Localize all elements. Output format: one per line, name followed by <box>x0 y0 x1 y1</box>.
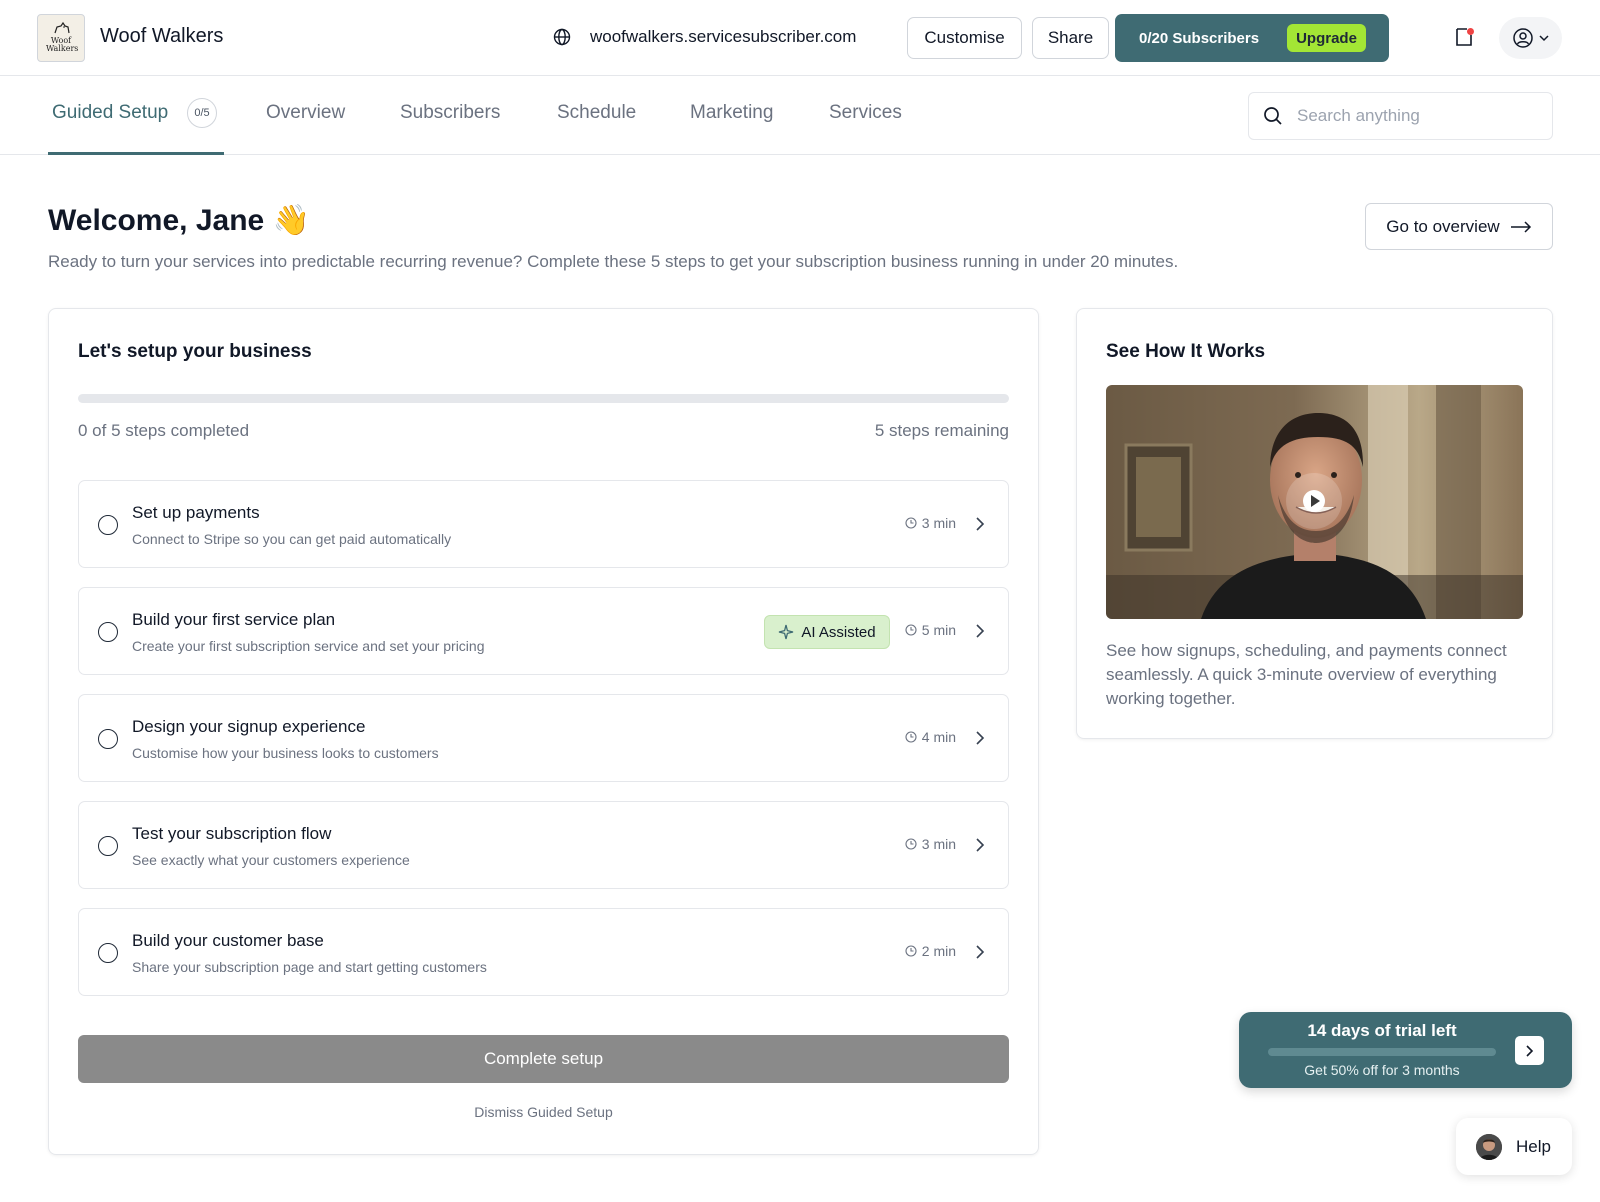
chevron-right-icon <box>976 838 985 852</box>
step-description: See exactly what your customers experien… <box>132 852 410 868</box>
trial-arrow-button[interactable] <box>1515 1036 1544 1065</box>
step-description: Share your subscription page and start g… <box>132 959 487 975</box>
ai-assisted-badge: AI Assisted <box>764 615 890 649</box>
step-time-label: 2 min <box>921 943 956 959</box>
setup-progress-bar <box>78 394 1009 403</box>
user-icon <box>1512 28 1533 48</box>
tab-overview[interactable]: Overview <box>266 102 345 124</box>
setup-card-title: Let's setup your business <box>78 341 312 362</box>
step-time-label: 4 min <box>921 729 956 745</box>
step-time-label: 3 min <box>921 515 956 531</box>
step-time: 2 min <box>905 943 956 959</box>
guided-setup-count-badge: 0/5 <box>187 98 217 128</box>
brand-name: Woof Walkers <box>100 25 224 47</box>
trial-offer: Get 50% off for 3 months <box>1304 1062 1460 1078</box>
search-input[interactable] <box>1297 106 1537 126</box>
customise-button[interactable]: Customise <box>907 17 1022 59</box>
step-time-label: 3 min <box>921 836 956 852</box>
avatar-image <box>1476 1133 1502 1160</box>
setup-card: Let's setup your business 0 of 5 steps c… <box>48 308 1039 1155</box>
go-to-overview-button[interactable]: Go to overview <box>1365 203 1553 250</box>
step-radio[interactable] <box>98 836 118 856</box>
clock-icon <box>905 731 917 743</box>
complete-setup-button[interactable]: Complete setup <box>78 1035 1009 1083</box>
chevron-right-icon <box>976 517 985 531</box>
step-title: Design your signup experience <box>132 717 366 736</box>
step-time-label: 5 min <box>921 622 956 638</box>
clock-icon <box>905 624 917 636</box>
notification-dot <box>1467 28 1474 35</box>
chevron-right-icon <box>976 731 985 745</box>
tab-schedule[interactable]: Schedule <box>557 102 636 124</box>
tab-services[interactable]: Services <box>829 102 902 124</box>
page-subtitle: Ready to turn your services into predict… <box>48 252 1179 271</box>
step-time: 5 min <box>905 622 956 638</box>
clock-icon <box>905 838 917 850</box>
active-tab-indicator <box>48 152 224 155</box>
steps-remaining-text: 5 steps remaining <box>874 421 1009 440</box>
trial-banner[interactable]: 14 days of trial left Get 50% off for 3 … <box>1239 1012 1572 1088</box>
step-radio[interactable] <box>98 729 118 749</box>
how-it-works-title: See How It Works <box>1106 341 1266 362</box>
subscribers-count: 0/20 Subscribers <box>1139 29 1260 47</box>
step-radio[interactable] <box>98 515 118 535</box>
chevron-right-icon <box>976 945 985 959</box>
brand-logo[interactable]: Woof Walkers <box>37 14 85 62</box>
step-description: Create your first subscription service a… <box>132 638 485 654</box>
trial-title: 14 days of trial left <box>1307 1021 1457 1040</box>
step-time: 4 min <box>905 729 956 745</box>
step-title: Build your first service plan <box>132 610 336 629</box>
step-description: Connect to Stripe so you can get paid au… <box>132 531 452 547</box>
help-label: Help <box>1516 1136 1551 1156</box>
steps-completed-text: 0 of 5 steps completed <box>78 421 250 440</box>
go-to-overview-label: Go to overview <box>1386 216 1500 236</box>
top-bar: Woof Walkers Woof Walkers woofwalkers.se… <box>0 0 1600 76</box>
video-thumbnail[interactable] <box>1106 385 1523 619</box>
step-title: Test your subscription flow <box>132 824 332 843</box>
arrow-right-icon <box>1510 220 1531 233</box>
step-design-signup[interactable]: Design your signup experience Customise … <box>78 694 1009 782</box>
page-title: Welcome, Jane 👋 <box>48 204 310 237</box>
dog-logo-icon <box>54 21 70 34</box>
step-radio[interactable] <box>98 622 118 642</box>
step-build-customer-base[interactable]: Build your customer base Share your subs… <box>78 908 1009 996</box>
dismiss-guided-setup-link[interactable]: Dismiss Guided Setup <box>49 1104 1038 1120</box>
sparkle-icon <box>779 624 794 640</box>
video-preview-image <box>1106 385 1523 619</box>
trial-progress-bar <box>1268 1048 1496 1056</box>
share-button[interactable]: Share <box>1032 17 1109 59</box>
profile-menu[interactable] <box>1499 17 1562 59</box>
subscribers-pill[interactable]: 0/20 Subscribers Upgrade <box>1115 14 1389 62</box>
step-description: Customise how your business looks to cus… <box>132 745 439 761</box>
help-button[interactable]: Help <box>1456 1118 1572 1175</box>
step-title: Set up payments <box>132 503 260 522</box>
clock-icon <box>905 517 917 529</box>
chevron-down-icon <box>1538 35 1549 42</box>
tab-marketing[interactable]: Marketing <box>690 102 773 124</box>
chevron-right-icon <box>1525 1044 1533 1057</box>
step-time: 3 min <box>905 515 956 531</box>
logo-text: Woof Walkers <box>46 36 79 53</box>
tab-subscribers[interactable]: Subscribers <box>400 102 500 124</box>
tab-guided-setup[interactable]: Guided Setup <box>52 102 168 124</box>
step-radio[interactable] <box>98 943 118 963</box>
step-time: 3 min <box>905 836 956 852</box>
step-title: Build your customer base <box>132 931 324 950</box>
step-test-subscription-flow[interactable]: Test your subscription flow See exactly … <box>78 801 1009 889</box>
ai-assisted-label: AI Assisted <box>801 623 876 641</box>
upgrade-button[interactable]: Upgrade <box>1287 24 1366 52</box>
globe-icon <box>553 28 571 46</box>
step-build-service-plan[interactable]: Build your first service plan Create you… <box>78 587 1009 675</box>
support-avatar <box>1476 1133 1502 1160</box>
clock-icon <box>905 945 917 957</box>
site-domain-link[interactable]: woofwalkers.servicesubscriber.com <box>590 27 856 47</box>
chevron-right-icon <box>976 624 985 638</box>
how-it-works-description: See how signups, scheduling, and payment… <box>1106 641 1507 708</box>
main-nav: Guided Setup 0/5 Overview Subscribers Sc… <box>0 76 1600 155</box>
search-icon <box>1264 107 1282 125</box>
step-set-up-payments[interactable]: Set up payments Connect to Stripe so you… <box>78 480 1009 568</box>
how-it-works-card: See How It Works See how signups, schedu… <box>1076 308 1553 739</box>
search-box[interactable] <box>1248 92 1553 140</box>
